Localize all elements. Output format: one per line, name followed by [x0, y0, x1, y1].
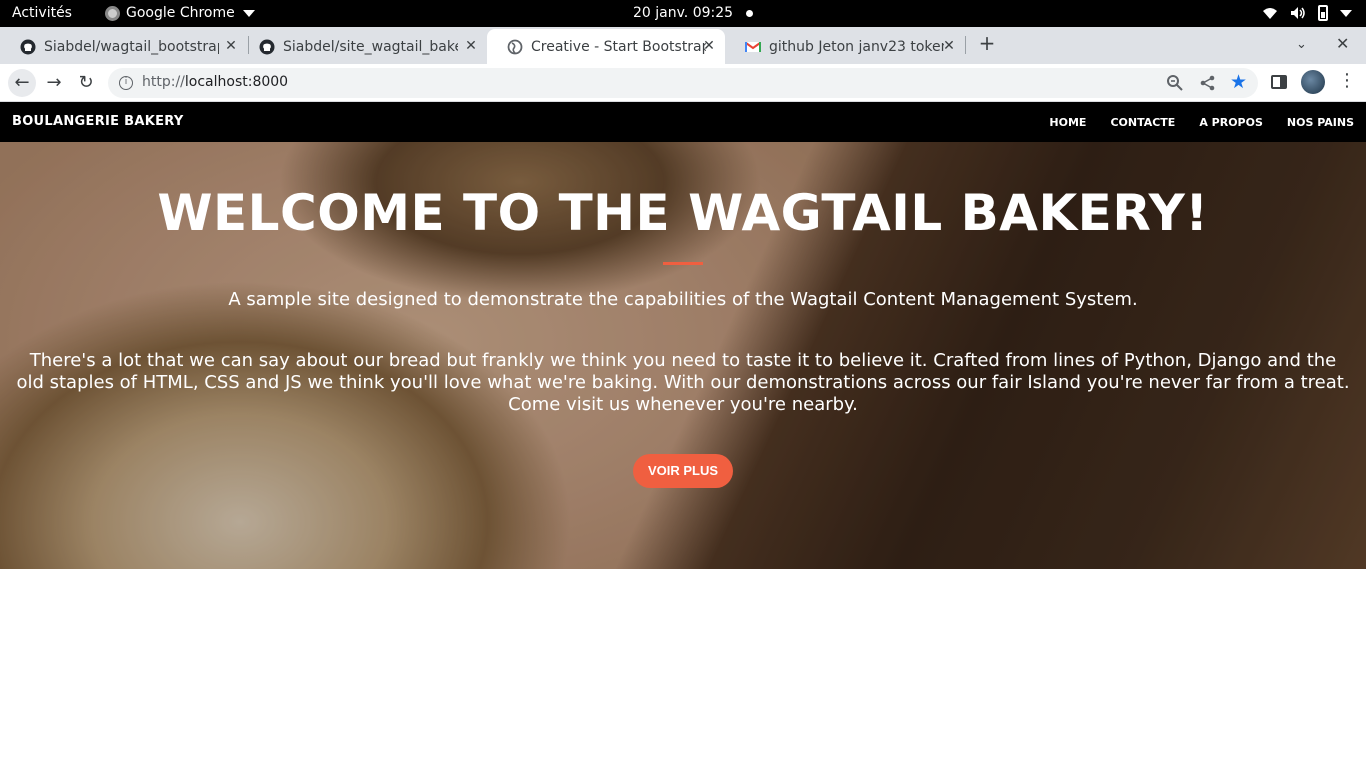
app-name: Google Chrome [126, 5, 235, 21]
nav-nos-pains[interactable]: NOS PAINS [1287, 116, 1354, 129]
site-brand[interactable]: BOULANGERIE BAKERY [12, 114, 184, 129]
forward-button[interactable]: → [40, 69, 68, 97]
close-tab-icon[interactable]: ✕ [701, 38, 717, 54]
hero-section: WELCOME TO THE WAGTAIL BAKERY! A sample … [0, 142, 1366, 569]
address-bar[interactable]: i http://localhost:8000 ★ [108, 68, 1258, 98]
close-tab-icon[interactable]: ✕ [941, 38, 957, 54]
tab-github-jeton[interactable]: github Jeton janv23 token ✕ [725, 29, 965, 64]
tab-creative-start-bootstrap[interactable]: Creative - Start Bootstrap ✕ [487, 29, 725, 64]
bookmark-star-icon[interactable]: ★ [1230, 71, 1247, 93]
system-status-menu[interactable] [1262, 5, 1352, 21]
voir-plus-button[interactable]: VOIR PLUS [633, 454, 733, 488]
clock[interactable]: 20 janv. 09:25 [633, 5, 733, 21]
tab-site-wagtail-bakery[interactable]: Siabdel/site_wagtail_bakery ✕ [239, 29, 487, 64]
web-page: BOULANGERIE BAKERY HOME CONTACTE A PROPO… [0, 102, 1366, 768]
gmail-icon [745, 41, 761, 52]
nav-home[interactable]: HOME [1049, 116, 1086, 129]
window-close-icon[interactable]: ✕ [1336, 34, 1349, 53]
activities-button[interactable]: Activités [12, 5, 72, 21]
battery-icon [1318, 5, 1328, 21]
zoom-icon[interactable] [1166, 74, 1184, 92]
volume-icon [1291, 7, 1305, 19]
chevron-down-icon [1340, 9, 1352, 17]
tab-separator [965, 36, 966, 54]
globe-icon [507, 39, 523, 54]
github-icon [20, 39, 36, 54]
side-panel-icon[interactable] [1271, 75, 1287, 89]
nav-contacte[interactable]: CONTACTE [1110, 116, 1175, 129]
hero-body: There's a lot that we can say about our … [16, 350, 1350, 415]
hero-title: WELCOME TO THE WAGTAIL BAKERY! [157, 184, 1209, 242]
chrome-icon [105, 5, 120, 21]
browser-toolbar: ← → ↻ i http://localhost:8000 ★ ⋮ [0, 64, 1366, 102]
tab-wagtail-bootstrap[interactable]: Siabdel/wagtail_bootstrap ✕ [0, 29, 247, 64]
app-menu[interactable]: Google Chrome [105, 5, 255, 21]
kebab-menu-icon[interactable]: ⋮ [1338, 72, 1356, 90]
site-nav-links: HOME CONTACTE A PROPOS NOS PAINS [1049, 116, 1354, 129]
hero-divider [663, 262, 703, 265]
github-icon [259, 39, 275, 54]
close-tab-icon[interactable]: ✕ [463, 38, 479, 54]
share-icon[interactable] [1199, 74, 1217, 92]
back-button[interactable]: ← [8, 69, 36, 97]
reload-button[interactable]: ↻ [72, 69, 100, 97]
profile-avatar[interactable] [1301, 70, 1325, 94]
new-tab-button[interactable]: + [976, 33, 998, 55]
tab-search-chevron-icon[interactable]: ⌄ [1296, 37, 1307, 52]
url-text[interactable]: http://localhost:8000 [142, 74, 288, 90]
chevron-down-icon [242, 9, 255, 17]
system-top-bar: Activités Google Chrome 20 janv. 09:25 [0, 0, 1366, 27]
hero-lead: A sample site designed to demonstrate th… [228, 289, 1138, 310]
nav-a-propos[interactable]: A PROPOS [1199, 116, 1263, 129]
tab-strip: Siabdel/wagtail_bootstrap ✕ Siabdel/site… [0, 27, 1366, 64]
close-tab-icon[interactable]: ✕ [223, 38, 239, 54]
notification-dot-icon [746, 10, 753, 17]
site-info-icon[interactable]: i [119, 76, 133, 90]
wifi-icon [1263, 8, 1277, 19]
site-navbar: BOULANGERIE BAKERY HOME CONTACTE A PROPO… [0, 102, 1366, 142]
